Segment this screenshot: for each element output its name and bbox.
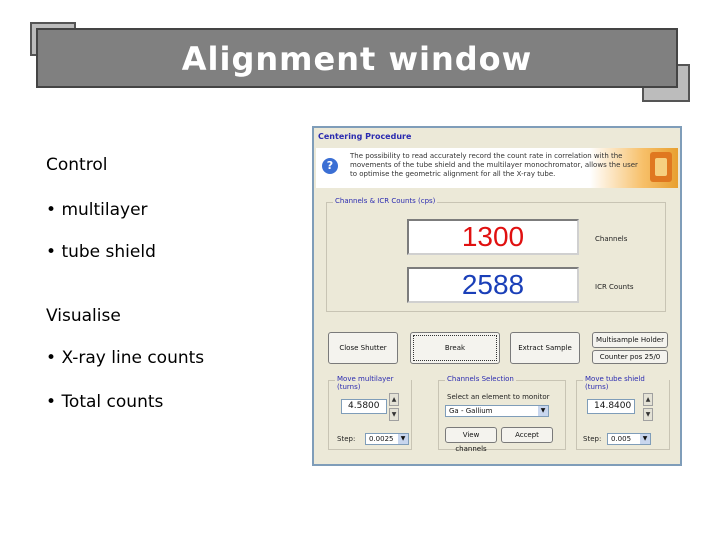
info-text: The possibility to read accurately recor… — [350, 152, 638, 178]
tube-shield-up-arrow[interactable]: ▲ — [643, 393, 653, 406]
chevron-down-icon: ▼ — [398, 434, 408, 444]
counts-group-label: Channels & ICR Counts (cps) — [333, 197, 438, 205]
break-button[interactable]: Break — [410, 332, 500, 364]
info-panel: ? The possibility to read accurately rec… — [316, 148, 678, 188]
bullet-tube-shield: tube shield — [46, 242, 155, 262]
tube-shield-step-value: 0.005 — [611, 435, 632, 443]
view-channels-button[interactable]: View channels — [445, 427, 497, 453]
section-heading-control: Control — [46, 155, 108, 175]
chevron-down-icon: ▼ — [538, 406, 548, 416]
tube-shield-step-select[interactable]: 0.005 ▼ — [607, 433, 651, 445]
title-banner: Alignment window — [36, 28, 678, 88]
element-select[interactable]: Ga - Gallium ▼ — [445, 405, 549, 417]
centering-procedure-dialog: Centering Procedure ? The possibility to… — [312, 126, 682, 466]
chevron-down-icon: ▼ — [640, 434, 650, 444]
multilayer-group-label: Move multilayer (turns) — [335, 375, 411, 391]
monitor-select-label: Select an element to monitor — [447, 393, 550, 401]
channels-value: 1300 — [407, 219, 579, 255]
multilayer-step-value: 0.0025 — [369, 435, 394, 443]
multilayer-step-select[interactable]: 0.0025 ▼ — [365, 433, 409, 445]
multilayer-value-input[interactable]: 4.5800 — [341, 399, 387, 414]
channels-label: Channels — [595, 235, 628, 243]
bullet-multilayer: multilayer — [46, 200, 147, 220]
channels-selection-label: Channels Selection — [445, 375, 516, 383]
tube-shield-value-input[interactable]: 14.8400 — [587, 399, 635, 414]
tube-shield-step-label: Step: — [583, 435, 602, 443]
bullet-total-counts: Total counts — [46, 392, 163, 412]
bullet-xray-line-counts: X-ray line counts — [46, 348, 204, 368]
extract-sample-button[interactable]: Extract Sample — [510, 332, 580, 364]
tube-shield-group: Move tube shield (turns) 14.8400 ▲ ▼ Ste… — [576, 375, 670, 450]
multilayer-step-label: Step: — [337, 435, 356, 443]
tube-shield-group-label: Move tube shield (turns) — [583, 375, 669, 391]
multisample-holder-button[interactable]: Multisample Holder — [592, 332, 668, 348]
slide-title: Alignment window — [181, 40, 533, 78]
accept-button[interactable]: Accept — [501, 427, 553, 443]
multilayer-up-arrow[interactable]: ▲ — [389, 393, 399, 406]
dialog-title: Centering Procedure — [318, 132, 412, 141]
channels-selection-group: Channels Selection Select an element to … — [438, 375, 566, 453]
question-icon: ? — [322, 158, 338, 174]
device-logo-icon — [650, 152, 672, 182]
section-heading-visualise: Visualise — [46, 306, 121, 326]
multilayer-group: Move multilayer (turns) 4.5800 ▲ ▼ Step:… — [328, 375, 412, 450]
close-shutter-button[interactable]: Close Shutter — [328, 332, 398, 364]
element-select-value: Ga - Gallium — [449, 407, 493, 415]
counts-group: Channels & ICR Counts (cps) 1300 Channel… — [326, 197, 666, 312]
icr-value: 2588 — [407, 267, 579, 303]
counter-button[interactable]: Counter pos 25/0 — [592, 350, 668, 364]
icr-label: ICR Counts — [595, 283, 634, 291]
tube-shield-down-arrow[interactable]: ▼ — [643, 408, 653, 421]
multilayer-down-arrow[interactable]: ▼ — [389, 408, 399, 421]
